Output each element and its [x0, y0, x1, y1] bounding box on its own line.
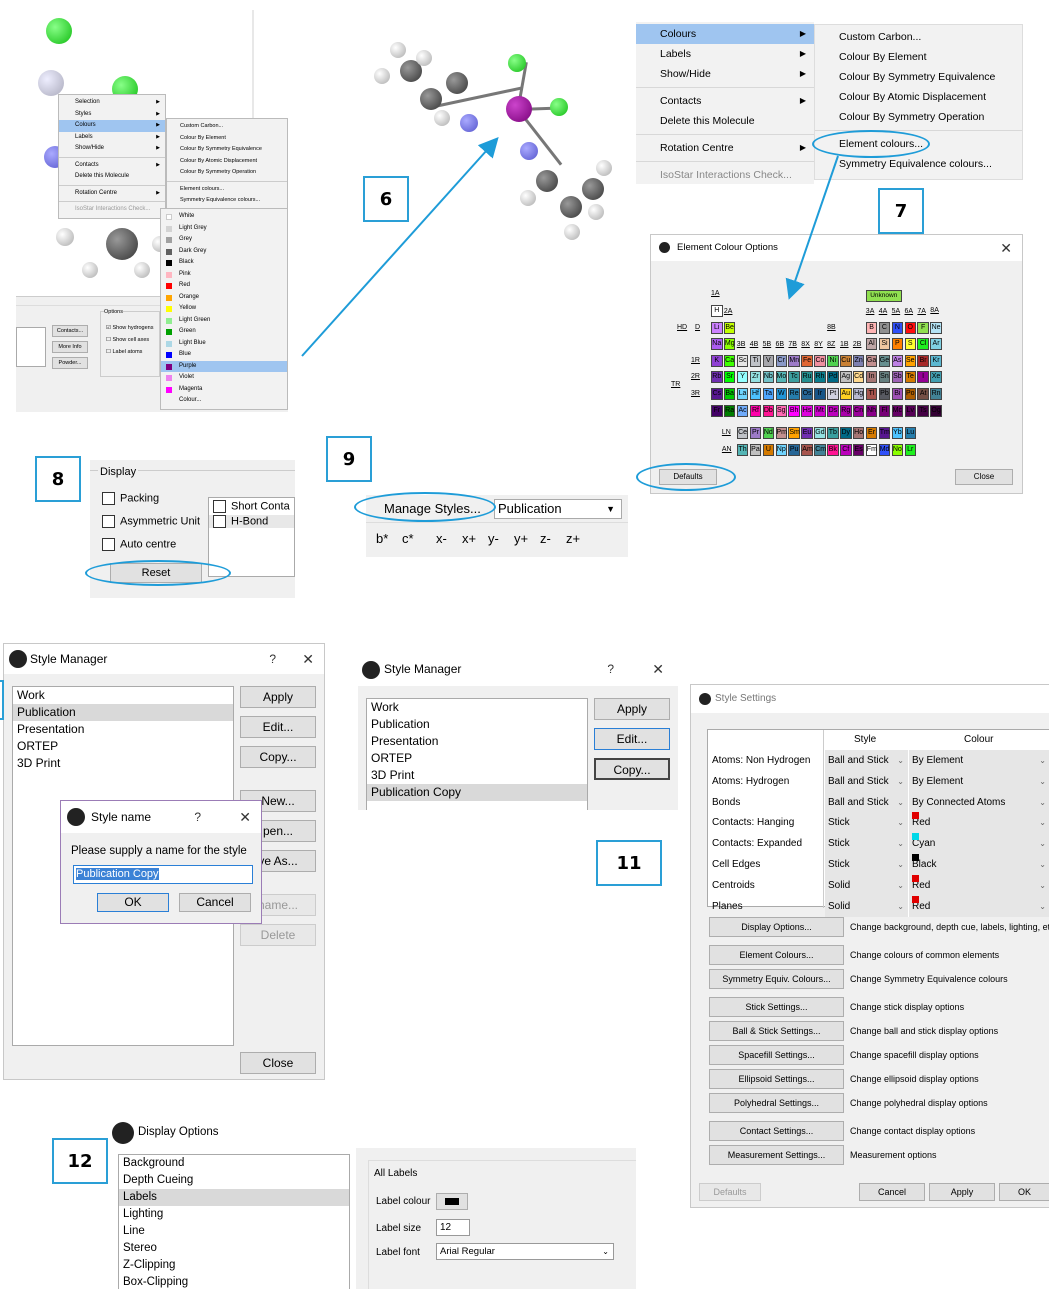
- annotation-arrows: [301, 137, 839, 357]
